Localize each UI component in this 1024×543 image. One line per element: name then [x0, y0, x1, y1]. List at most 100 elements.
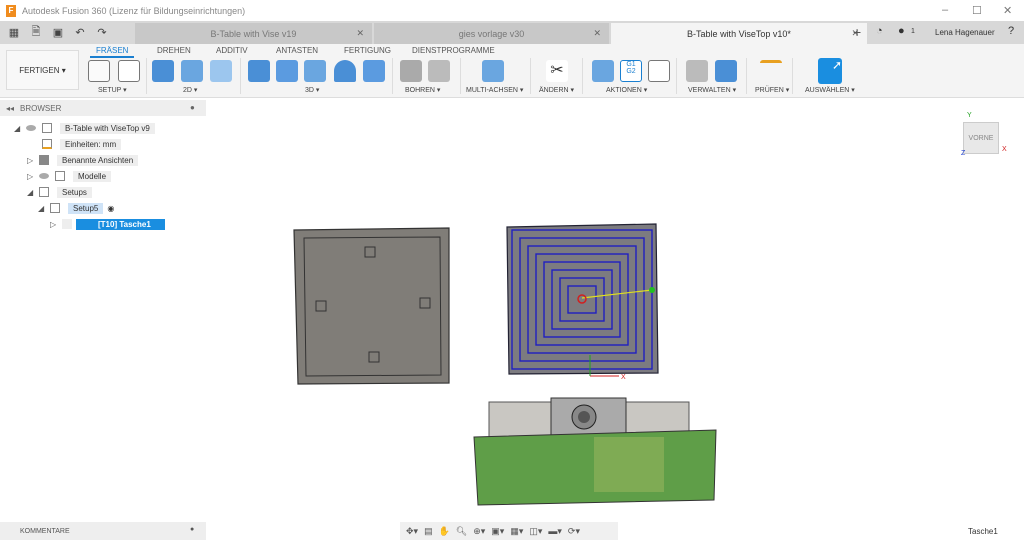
doc-tab-1[interactable]: B-Table with Vise v19 ✕ — [135, 23, 372, 44]
tab-additiv[interactable]: ADDITIV — [216, 46, 248, 55]
face-icon[interactable] — [210, 60, 232, 82]
tree-item-root[interactable]: ◢ B-Table with ViseTop v9 — [14, 122, 155, 134]
tab-fraesen[interactable]: FRÄSEN — [90, 46, 135, 58]
close-button[interactable]: ✕ — [1003, 4, 1012, 17]
setup-folder-icon — [50, 203, 60, 213]
collapse-icon[interactable]: ◂◂ — [6, 104, 14, 113]
group-auswaehlen[interactable]: AUSWÄHLEN ▾ — [805, 86, 855, 94]
group-2d[interactable]: 2D ▾ — [183, 86, 197, 94]
tree-item-setup5[interactable]: ◢ Setup5 ◉ — [38, 202, 114, 214]
group-bohren[interactable]: BOHREN ▾ — [405, 86, 440, 94]
viewport-canvas[interactable]: X — [206, 100, 1024, 522]
save-icon[interactable]: ▣ — [50, 26, 66, 39]
simulate-icon[interactable] — [592, 60, 614, 82]
tab-antasten[interactable]: ANTASTEN — [276, 46, 318, 55]
user-name[interactable]: Lena Hagenauer — [935, 28, 995, 37]
settings-icon[interactable]: ● — [190, 103, 195, 112]
tab-fertigung[interactable]: FERTIGUNG — [344, 46, 391, 55]
scissors-icon[interactable]: ✂ — [546, 60, 568, 82]
close-tab-icon[interactable]: ✕ — [356, 28, 364, 39]
hole-recognition-icon[interactable] — [428, 60, 450, 82]
3d-contour-icon[interactable] — [334, 60, 356, 82]
3d-scallop-icon[interactable] — [363, 60, 385, 82]
select-cursor-icon[interactable]: ➚ — [818, 58, 842, 84]
display-settings-icon[interactable]: ▣▾ — [491, 526, 504, 537]
tree-label: Benannte Ansichten — [57, 154, 139, 166]
group-verwalten[interactable]: VERWALTEN ▾ — [688, 86, 736, 94]
expand-icon[interactable]: ▷ — [27, 172, 35, 181]
tree-item-setups[interactable]: ◢ Setups — [27, 186, 92, 198]
tree-item-tasche1[interactable]: ▷ [T10] Tasche1 — [50, 218, 165, 230]
multi-axis-icon[interactable] — [482, 60, 504, 82]
document-tab-bar: ▦ 🗎 ▣ ↶ ↷ B-Table with Vise v19 ✕ gies vo… — [0, 21, 1024, 44]
3d-pocket-icon[interactable] — [276, 60, 298, 82]
expand-icon[interactable]: ▷ — [50, 220, 58, 229]
orbit-constrained-icon[interactable]: ✥▾ — [406, 526, 418, 537]
maximize-button[interactable]: ☐ — [972, 4, 982, 17]
setup-folder-icon[interactable] — [88, 60, 110, 82]
tree-item-named-views[interactable]: ▷ Benannte Ansichten — [27, 154, 139, 166]
refresh-icon[interactable]: ⟳▾ — [568, 526, 580, 537]
eye-hidden-icon[interactable] — [62, 219, 72, 229]
tab-drehen[interactable]: DREHEN — [157, 46, 191, 55]
workspace-switcher[interactable]: FERTIGEN ▾ — [6, 50, 79, 90]
group-aendern[interactable]: ÄNDERN ▾ — [539, 86, 574, 94]
setup-sheet-icon[interactable] — [648, 60, 670, 82]
expand-icon[interactable]: ◢ — [14, 124, 22, 133]
doc-tab-3[interactable]: B-Table with ViseTop v10* ✕ — [611, 23, 867, 44]
redo-icon[interactable]: ↷ — [94, 26, 110, 39]
group-pruefen[interactable]: PRÜFEN ▾ — [755, 86, 789, 94]
zoom-icon[interactable]: 🔍︎ — [456, 526, 467, 537]
2d-adaptive-icon[interactable] — [152, 60, 174, 82]
tree-item-units[interactable]: Einheiten: mm — [42, 138, 122, 150]
tab-dienstprogramme[interactable]: DIENSTPROGRAMME — [412, 46, 495, 55]
job-status-icon[interactable]: ◔ — [876, 25, 883, 37]
drill-icon[interactable] — [400, 60, 422, 82]
settings-icon[interactable]: ● — [190, 526, 194, 533]
grid-icon[interactable]: ▦▾ — [510, 526, 523, 537]
3d-adaptive-icon[interactable] — [248, 60, 270, 82]
comments-panel[interactable]: KOMMENTARE ● — [0, 522, 206, 540]
expand-icon[interactable]: ▷ — [27, 156, 35, 165]
post-process-icon[interactable]: G1 G2 — [620, 60, 642, 82]
view-settings-icon[interactable]: ◫▾ — [529, 526, 542, 537]
pan-hand-icon[interactable]: ✋ — [439, 526, 450, 537]
grid-menu-icon[interactable]: ▦ — [6, 26, 22, 39]
viewports-icon[interactable]: ▬▾ — [548, 526, 562, 537]
viewcube[interactable]: VORNE — [963, 122, 999, 154]
minimize-button[interactable]: – — [942, 4, 948, 16]
nc-program-icon[interactable] — [118, 60, 140, 82]
part-model[interactable] — [293, 227, 450, 385]
group-multi-achsen[interactable]: MULTI-ACHSEN ▾ — [466, 86, 523, 94]
group-setup[interactable]: SETUP ▾ — [98, 86, 127, 94]
measure-icon[interactable] — [760, 60, 782, 82]
expand-icon[interactable]: ◢ — [27, 188, 35, 197]
expand-icon[interactable]: ◢ — [38, 204, 46, 213]
navigation-bar: ✥▾ ▤ ✋ 🔍︎ ⊕▾ ▣▾ ▦▾ ◫▾ ▬▾ ⟳▾ — [400, 522, 618, 540]
close-tab-icon[interactable]: ✕ — [593, 28, 601, 39]
browser-header[interactable]: ◂◂ BROWSER ● — [0, 100, 206, 116]
tree-item-models[interactable]: ▷ Modelle — [27, 170, 112, 182]
2d-pocket-icon[interactable] — [181, 60, 203, 82]
divider — [582, 58, 583, 94]
new-tab-button[interactable]: + — [853, 24, 861, 40]
help-icon[interactable]: ? — [1008, 25, 1014, 37]
3d-parallel-icon[interactable] — [304, 60, 326, 82]
zoom-window-icon[interactable]: ⊕▾ — [473, 526, 485, 537]
undo-icon[interactable]: ↶ — [72, 26, 88, 39]
eye-icon[interactable] — [26, 125, 36, 131]
file-icon[interactable]: 🗎 — [28, 23, 44, 42]
notifications-icon[interactable]: ● — [898, 25, 905, 37]
stock-with-toolpath[interactable]: X — [506, 223, 659, 381]
machine-library-icon[interactable] — [715, 60, 737, 82]
doc-tab-2[interactable]: gies vorlage v30 ✕ — [374, 23, 609, 44]
vise-fixture[interactable] — [473, 397, 717, 506]
eye-icon[interactable] — [39, 173, 49, 179]
look-at-icon[interactable]: ▤ — [424, 526, 433, 537]
divider — [676, 58, 677, 94]
group-aktionen[interactable]: AKTIONEN ▾ — [606, 86, 647, 94]
activate-radio-icon[interactable]: ◉ — [107, 204, 114, 213]
tree-label: Setups — [57, 186, 92, 198]
group-3d[interactable]: 3D ▾ — [305, 86, 319, 94]
tool-library-icon[interactable] — [686, 60, 708, 82]
